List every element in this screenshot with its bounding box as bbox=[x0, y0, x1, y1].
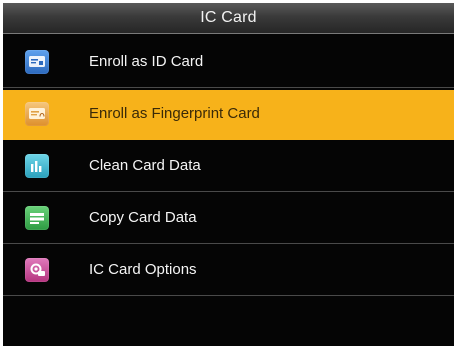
menu-item-label: Clean Card Data bbox=[89, 157, 201, 174]
copy-card-icon bbox=[25, 206, 49, 230]
menu-item-enroll-fingerprint-card[interactable]: Enroll as Fingerprint Card bbox=[3, 90, 454, 140]
device-screen: IC Card Enroll as ID Card Enroll as Fing… bbox=[3, 3, 454, 346]
menu-item-enroll-id-card[interactable]: Enroll as ID Card bbox=[3, 38, 454, 88]
page-title: IC Card bbox=[200, 9, 257, 26]
menu-item-copy-card-data[interactable]: Copy Card Data bbox=[3, 194, 454, 244]
menu-item-ic-card-options[interactable]: IC Card Options bbox=[3, 246, 454, 296]
title-bar: IC Card bbox=[3, 3, 454, 34]
id-card-icon bbox=[25, 50, 49, 74]
menu-list: Enroll as ID Card Enroll as Fingerprint … bbox=[3, 38, 454, 298]
menu-item-clean-card-data[interactable]: Clean Card Data bbox=[3, 142, 454, 192]
menu-item-label: Enroll as ID Card bbox=[89, 53, 204, 70]
card-options-icon bbox=[25, 258, 49, 282]
menu-item-label: IC Card Options bbox=[89, 261, 197, 278]
menu-item-label: Copy Card Data bbox=[89, 209, 197, 226]
fingerprint-card-icon bbox=[25, 102, 49, 126]
clean-card-icon bbox=[25, 154, 49, 178]
menu-item-label: Enroll as Fingerprint Card bbox=[89, 105, 260, 122]
